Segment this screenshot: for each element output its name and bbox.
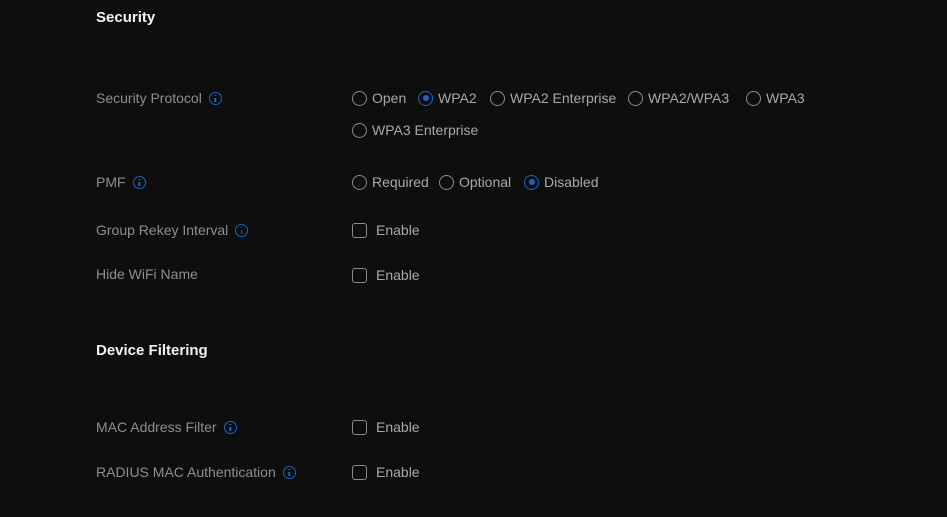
radio-label: WPA3 Enterprise <box>372 122 479 138</box>
radio-pmf-required[interactable]: Required <box>352 172 429 192</box>
radio-wpa2-enterprise[interactable]: WPA2 Enterprise <box>490 88 616 108</box>
radio-circle[interactable] <box>490 90 505 106</box>
radio-circle[interactable] <box>352 90 367 106</box>
radio-label: Optional <box>459 174 512 190</box>
radio-label: WPA2/WPA3 <box>648 90 730 106</box>
checkbox-label: Enable <box>376 267 420 283</box>
mac-filter-checkbox[interactable]: Enable <box>352 417 420 437</box>
checkbox[interactable] <box>352 464 367 480</box>
info-icon[interactable] <box>282 465 296 479</box>
radio-label: Required <box>372 174 429 190</box>
security-protocol-label-text: Security Protocol <box>96 90 202 106</box>
checkbox[interactable] <box>352 419 367 435</box>
radio-label: WPA2 <box>438 90 477 106</box>
section-title-security: Security <box>96 9 156 26</box>
radio-label: WPA2 Enterprise <box>510 90 617 106</box>
info-icon[interactable] <box>132 175 146 189</box>
radio-wpa3-enterprise[interactable]: WPA3 Enterprise <box>352 120 478 140</box>
info-icon[interactable] <box>223 420 237 434</box>
radio-circle[interactable] <box>352 174 367 190</box>
mac-filter-label-text: MAC Address Filter <box>96 419 217 435</box>
radio-label: WPA3 <box>766 90 805 106</box>
radio-circle-selected[interactable] <box>524 174 539 190</box>
radio-circle[interactable] <box>746 90 761 106</box>
radio-pmf-optional[interactable]: Optional <box>439 172 511 192</box>
radio-wpa3[interactable]: WPA3 <box>746 88 805 108</box>
mac-filter-label: MAC Address Filter <box>96 417 237 437</box>
radio-pmf-disabled[interactable]: Disabled <box>524 172 598 192</box>
hide-wifi-label: Hide WiFi Name <box>96 264 198 284</box>
hide-wifi-label-text: Hide WiFi Name <box>96 266 198 282</box>
radio-circle[interactable] <box>628 90 643 106</box>
group-rekey-label: Group Rekey Interval <box>96 220 249 240</box>
group-rekey-checkbox[interactable]: Enable <box>352 220 420 240</box>
radio-wpa2[interactable]: WPA2 <box>418 88 477 108</box>
checkbox-label: Enable <box>376 222 420 238</box>
hide-wifi-checkbox[interactable]: Enable <box>352 265 420 285</box>
checkbox-label: Enable <box>376 464 420 480</box>
radio-label: Open <box>372 90 407 106</box>
radius-mac-label: RADIUS MAC Authentication <box>96 462 296 482</box>
section-title-device-filtering: Device Filtering <box>96 342 208 359</box>
info-icon[interactable] <box>235 223 249 237</box>
radio-wpa2-wpa3[interactable]: WPA2/WPA3 <box>628 88 729 108</box>
checkbox-label: Enable <box>376 419 420 435</box>
radio-circle[interactable] <box>352 122 367 138</box>
pmf-label-text: PMF <box>96 174 126 190</box>
radio-circle[interactable] <box>439 174 454 190</box>
checkbox[interactable] <box>352 222 367 238</box>
checkbox[interactable] <box>352 267 367 283</box>
radius-mac-checkbox[interactable]: Enable <box>352 462 420 482</box>
radio-open[interactable]: Open <box>352 88 406 108</box>
radio-circle-selected[interactable] <box>418 90 433 106</box>
radius-mac-label-text: RADIUS MAC Authentication <box>96 464 276 480</box>
group-rekey-label-text: Group Rekey Interval <box>96 222 229 238</box>
info-icon[interactable] <box>208 91 222 105</box>
security-protocol-label: Security Protocol <box>96 88 222 108</box>
pmf-label: PMF <box>96 172 146 192</box>
radio-label: Disabled <box>544 174 599 190</box>
